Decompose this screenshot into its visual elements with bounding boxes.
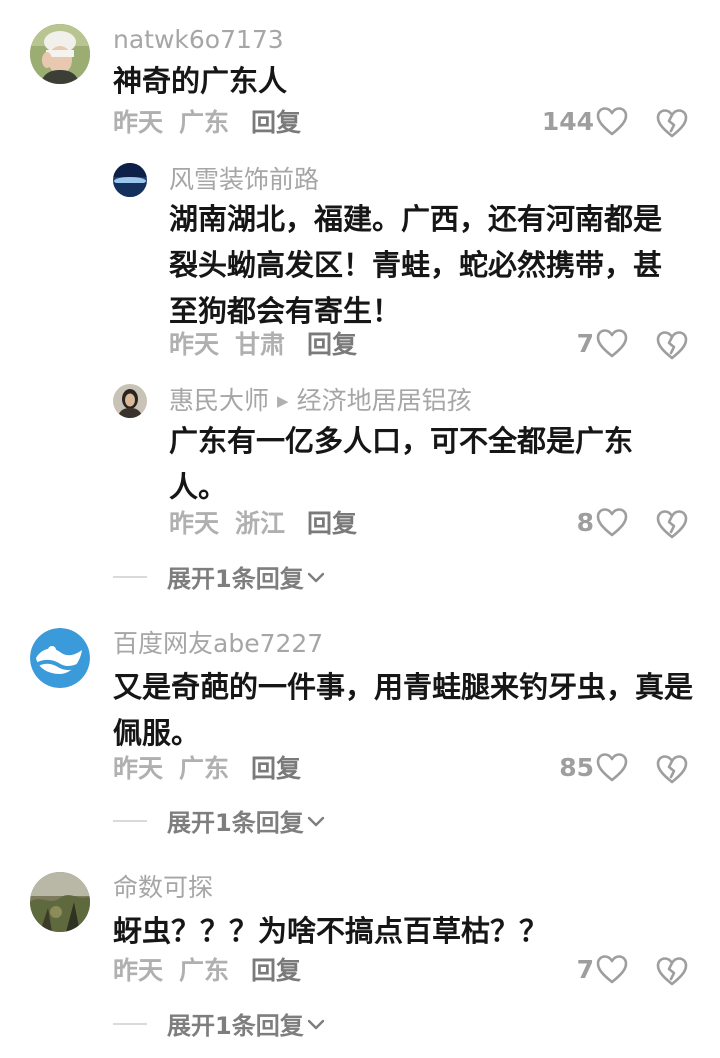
reply-button[interactable]: 回复	[307, 330, 357, 360]
heart-outline-icon	[596, 507, 628, 537]
reply-button[interactable]: 回复	[251, 108, 301, 138]
heart-outline-icon	[596, 752, 628, 782]
broken-heart-icon[interactable]	[656, 754, 688, 784]
chevron-down-icon	[306, 1014, 326, 1034]
expand-replies-button[interactable]: 展开1条回复	[113, 559, 326, 594]
expand-replies-label: 展开1条回复	[167, 1012, 304, 1040]
like-count: 7	[576, 954, 594, 984]
comment-location: 广东	[179, 956, 230, 985]
comment-location: 广东	[179, 754, 230, 783]
divider-line	[113, 575, 147, 578]
reply-text: 湖南湖北，福建。广西，还有河南都是裂头蚴高发区！青蛙，蛇必然携带，甚至狗都会有寄…	[169, 202, 663, 328]
user-avatar-image	[30, 24, 90, 84]
avatar[interactable]	[30, 872, 90, 932]
reply-time: 昨天	[169, 509, 220, 538]
divider-line	[113, 819, 147, 822]
comment-meta: 昨天 广东 回复	[113, 108, 301, 138]
reply-button[interactable]: 回复	[307, 509, 357, 539]
like-button[interactable]: 7	[488, 954, 628, 984]
broken-heart-icon[interactable]	[656, 956, 688, 986]
reply-location: 甘肃	[235, 330, 286, 359]
reply-header: 惠民大师 ▶ 经济地居居铝孩	[169, 386, 472, 416]
user-avatar-image	[30, 628, 90, 688]
heart-outline-icon	[596, 106, 628, 136]
reply-username[interactable]: 惠民大师	[169, 386, 269, 416]
triangle-right-icon: ▶	[277, 392, 289, 410]
reply-username[interactable]: 风雪装饰前路	[169, 165, 319, 195]
comment-username[interactable]: 命数可探	[113, 873, 213, 903]
reply-button[interactable]: 回复	[251, 754, 301, 784]
chevron-down-icon	[306, 811, 326, 831]
comment-time: 昨天	[113, 108, 164, 137]
like-button[interactable]: 85	[488, 752, 628, 782]
comment-meta: 昨天 广东 回复	[113, 956, 301, 986]
like-button[interactable]: 144	[488, 106, 628, 136]
like-count: 85	[559, 752, 594, 782]
comment-meta: 昨天 广东 回复	[113, 754, 301, 784]
reply-time: 昨天	[169, 330, 220, 359]
user-avatar-image	[30, 872, 90, 932]
avatar[interactable]	[113, 163, 147, 197]
reply-button[interactable]: 回复	[251, 956, 301, 986]
avatar[interactable]	[30, 628, 90, 688]
avatar[interactable]	[30, 24, 90, 84]
expand-replies-button[interactable]: 展开1条回复	[113, 1006, 326, 1041]
comment-time: 昨天	[113, 956, 164, 985]
like-button[interactable]: 8	[488, 507, 628, 537]
user-avatar-image	[113, 163, 147, 197]
heart-outline-icon	[596, 954, 628, 984]
reply-to-username[interactable]: 经济地居居铝孩	[297, 386, 472, 416]
reply-text: 广东有一亿多人口，可不全都是广东人。	[169, 424, 634, 504]
heart-outline-icon	[596, 328, 628, 358]
like-count: 8	[576, 507, 594, 537]
broken-heart-icon[interactable]	[656, 330, 688, 360]
comment-text: 神奇的广东人	[113, 64, 288, 98]
like-button[interactable]: 7	[488, 328, 628, 358]
divider-line	[113, 1022, 147, 1025]
reply-meta: 昨天 浙江 回复	[169, 509, 357, 539]
expand-replies-label: 展开1条回复	[167, 565, 304, 593]
like-count: 144	[541, 106, 594, 136]
expand-replies-button[interactable]: 展开1条回复	[113, 803, 326, 838]
comment-username[interactable]: natwk6o7173	[113, 25, 284, 55]
like-count: 7	[576, 328, 594, 358]
comment-time: 昨天	[113, 754, 164, 783]
broken-heart-icon[interactable]	[656, 108, 688, 138]
comment-text: 又是奇葩的一件事，用青蛙腿来钓牙虫，真是佩服。	[113, 670, 694, 750]
comment-username[interactable]: 百度网友abe7227	[113, 629, 323, 659]
chevron-down-icon	[306, 567, 326, 587]
comment-text: 蚜虫？？？为啥不搞点百草枯？？	[113, 914, 549, 948]
avatar[interactable]	[113, 384, 147, 418]
reply-meta: 昨天 甘肃 回复	[169, 330, 357, 360]
comment-location: 广东	[179, 108, 230, 137]
user-avatar-image	[113, 384, 147, 418]
reply-location: 浙江	[235, 509, 286, 538]
expand-replies-label: 展开1条回复	[167, 809, 304, 837]
broken-heart-icon[interactable]	[656, 509, 688, 539]
